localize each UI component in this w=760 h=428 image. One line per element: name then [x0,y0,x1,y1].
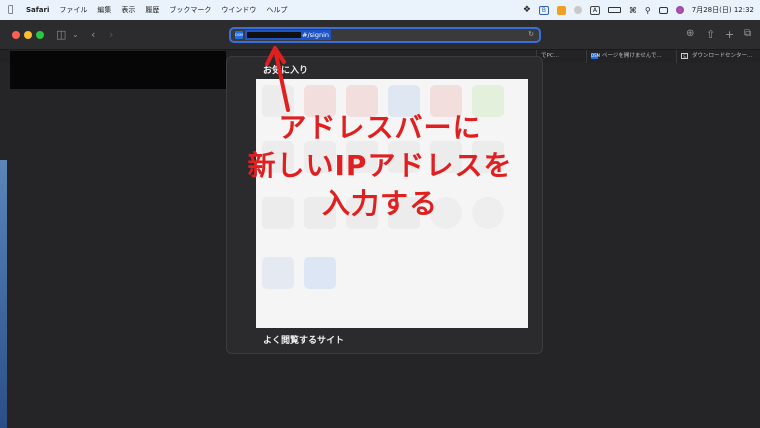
input-source-icon[interactable]: A [589,5,600,15]
menu-bookmarks[interactable]: ブックマーク [169,5,211,15]
address-url-tail: #/signin [302,31,329,39]
zoom-window-button[interactable] [36,31,44,39]
forward-chevron-icon[interactable]: › [109,28,113,41]
tab-label: でPC... [541,53,559,59]
share-icon[interactable]: ⇧ [706,28,715,41]
menu-extras: ❖ B A ⌘ ⚲ 7月28日(日) 12:32 [523,0,754,20]
desktop-wallpaper-edge [0,160,7,428]
address-favicon: DSM [235,31,243,39]
tab-label: ダウンロードセンター... [692,53,753,59]
menu-view[interactable]: 表示 [121,5,135,15]
tab-item[interactable]: DSM ページを開けませんで... [586,50,670,63]
spotlight-search-icon[interactable]: ⚲ [645,6,651,15]
annotation-arrow-icon [265,46,290,112]
annotation-line-1: アドレスバーに [278,111,482,144]
tab-favicon: DSM [591,52,601,59]
tab-item[interactable]: でPC... [536,50,586,63]
siri-icon[interactable] [675,6,684,14]
menu-window[interactable]: ウインドウ [221,5,256,15]
annotation-line-2: 新しいIPアドレスを [247,149,513,182]
tab-label: ページを開けませんで... [602,53,662,59]
close-window-button[interactable] [12,31,20,39]
favorite-tile[interactable] [262,257,294,289]
downloads-icon[interactable]: ⊕ [686,28,694,39]
wifi-icon[interactable]: ⌘ [629,6,637,15]
frequently-visited-title: よく閲覧するサイト [263,336,345,346]
menu-help[interactable]: ヘルプ [266,5,287,15]
redacted-host [247,32,301,38]
app-badge-icon[interactable] [556,5,566,15]
tab-favicon: S [681,52,688,59]
page-dark-block [10,51,226,89]
menu-file[interactable]: ファイル [59,5,87,15]
back-chevron-icon[interactable]: ‹ [91,28,95,41]
menu-edit[interactable]: 編集 [97,5,111,15]
menu-app-name[interactable]: Safari [26,6,49,14]
annotation-line-3: 入力する [321,187,438,220]
new-tab-plus-icon[interactable]: + [725,28,734,41]
reload-icon[interactable]: ↻ [528,30,534,38]
address-selected-url[interactable]: #/signin [245,30,331,40]
apple-menu-icon[interactable]:  [8,5,20,15]
tab-item[interactable]: S ダウンロードセンター... [676,50,760,63]
minimize-window-button[interactable] [24,31,32,39]
battery-icon[interactable] [607,7,621,13]
sidebar-toggle-icon[interactable]: ◫ [56,28,66,41]
control-center-icon[interactable] [658,6,668,14]
favorite-tile[interactable] [304,257,336,289]
sidebar-chevron-down-icon[interactable]: ⌄ [72,30,79,39]
dropbox-icon[interactable]: ❖ [523,5,531,15]
status-app-icon[interactable]: B [538,5,549,15]
menu-clock[interactable]: 7月28日(日) 12:32 [692,5,754,15]
screen:  Safari ファイル 編集 表示 履歴 ブックマーク ウインドウ ヘルプ … [0,0,760,428]
menu-bar:  Safari ファイル 編集 表示 履歴 ブックマーク ウインドウ ヘルプ … [0,0,760,20]
menu-history[interactable]: 履歴 [145,5,159,15]
status-circle-icon[interactable] [573,6,582,14]
tab-overview-icon[interactable]: ⧉ [744,28,751,39]
